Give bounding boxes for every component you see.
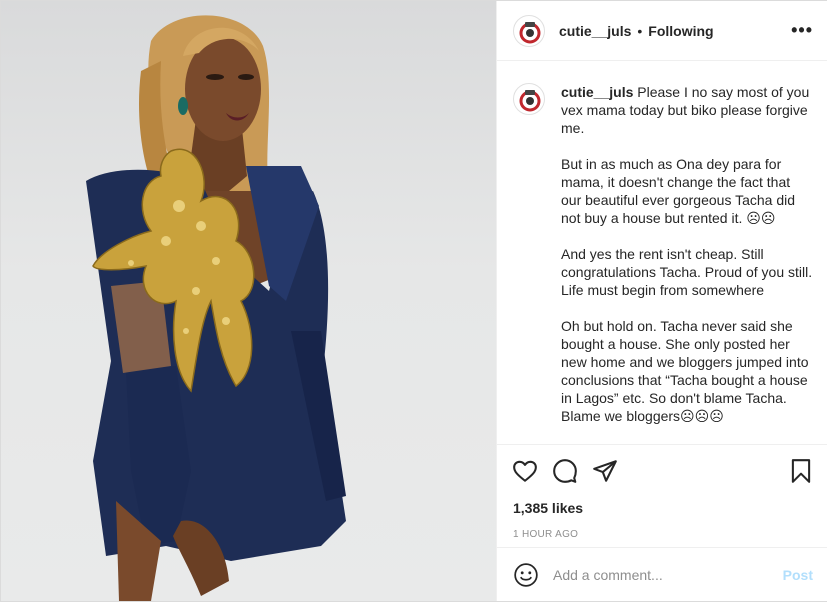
bookmark-icon[interactable] [787, 457, 815, 485]
post-details-panel: cutie__juls • Following ••• cutie__juls … [496, 1, 827, 601]
instagram-post: cutie__juls • Following ••• cutie__juls … [0, 0, 827, 602]
username-link[interactable]: cutie__juls [559, 23, 631, 39]
caption-username-link[interactable]: cutie__juls [561, 84, 633, 100]
avatar-logo-icon [519, 90, 541, 112]
more-options-icon[interactable]: ••• [791, 20, 813, 41]
post-photo[interactable] [1, 1, 496, 601]
avatar[interactable] [513, 14, 545, 47]
post-comment-button[interactable]: Post [783, 567, 813, 583]
likes-count[interactable]: 1,385 likes [497, 497, 827, 519]
caption-paragraph-2: But in as much as Ona dey para for mama,… [561, 156, 796, 226]
paper-plane-icon[interactable] [591, 457, 619, 485]
caption-section: cutie__juls Please I no say most of you … [497, 61, 827, 445]
heart-icon[interactable] [511, 457, 539, 485]
photo-illustration [86, 15, 346, 601]
comment-input[interactable] [553, 566, 773, 583]
separator-dot: • [637, 22, 643, 39]
comment-bubble-icon[interactable] [551, 457, 579, 485]
smiley-icon[interactable] [513, 562, 539, 588]
caption-paragraph-1: cutie__juls Please I no say most of you … [561, 83, 813, 137]
caption-paragraph-4: Oh but hold on. Tacha never said she bou… [561, 318, 809, 424]
post-header: cutie__juls • Following ••• [497, 1, 827, 61]
following-button[interactable]: Following [648, 23, 713, 39]
comment-bar: Post [497, 547, 827, 601]
post-timestamp[interactable]: 1 HOUR AGO [497, 523, 827, 547]
caption-text: cutie__juls Please I no say most of you … [561, 83, 813, 444]
avatar-logo-icon [519, 21, 541, 43]
action-bar [497, 445, 827, 497]
caption-paragraph-3: And yes the rent isn't cheap. Still cong… [561, 246, 813, 298]
caption-avatar[interactable] [513, 83, 545, 115]
